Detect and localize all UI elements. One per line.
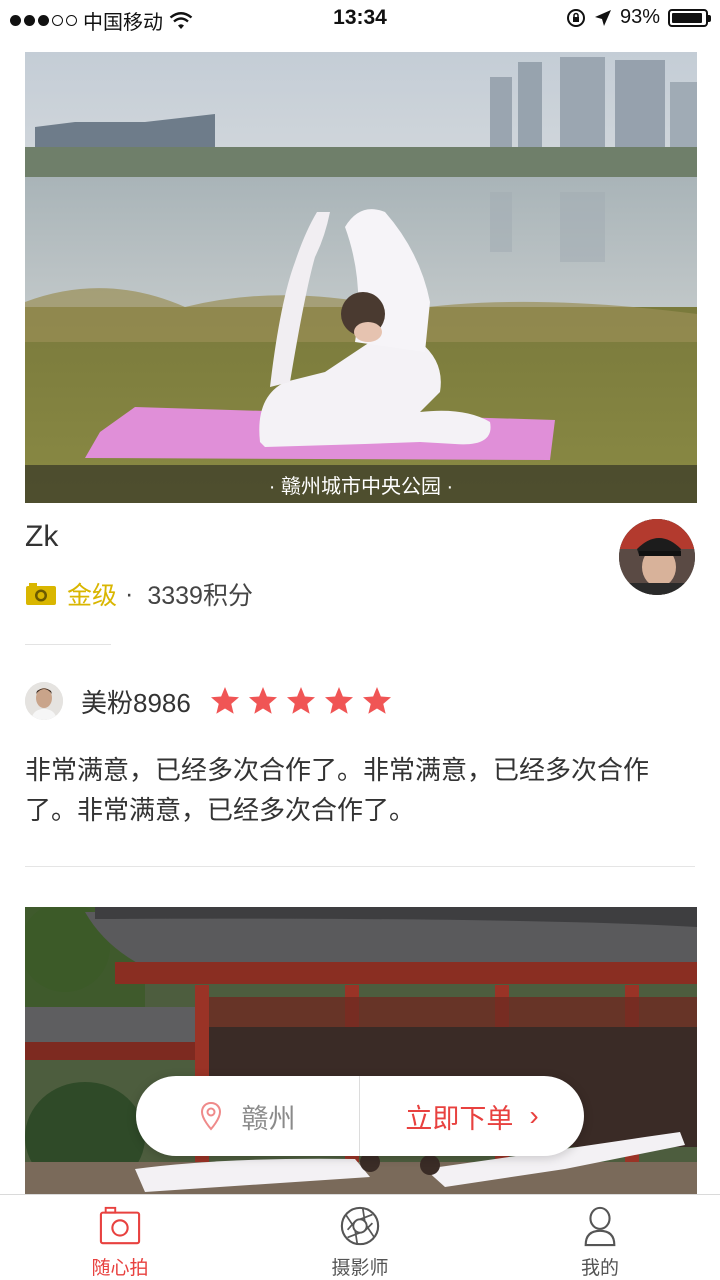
tab-photographers[interactable]: 摄影师 [240, 1195, 480, 1280]
tab-bar: 随心拍 摄影师 我的 [0, 1194, 720, 1280]
order-now-label: 立即下单 [405, 1103, 514, 1134]
status-bar: 中国移动 13:34 93% [0, 0, 720, 38]
review-header: 美粉8986 [25, 681, 393, 721]
camera-badge-icon [26, 583, 56, 605]
tab-label: 随心拍 [91, 1258, 149, 1279]
photographer-name[interactable]: Zk [25, 520, 58, 554]
post-photo[interactable]: · 赣州城市中央公园 · [25, 52, 697, 503]
rating-stars [209, 685, 393, 717]
level-label: 金级 [67, 582, 118, 610]
camera-frame-icon [99, 1206, 141, 1245]
tab-label: 摄影师 [331, 1258, 389, 1279]
action-pill: 赣州 立即下单 › [136, 1076, 584, 1156]
star-icon [324, 687, 353, 714]
tab-mine[interactable]: 我的 [480, 1195, 720, 1280]
star-icon [248, 687, 277, 714]
photographer-avatar[interactable] [619, 519, 695, 595]
star-icon [362, 687, 391, 714]
location-arrow-icon [594, 9, 611, 26]
short-divider [25, 644, 111, 645]
chevron-right-icon: › [529, 1100, 539, 1131]
review-text: 非常满意，已经多次合作了。非常满意，已经多次合作了。非常满意，已经多次合作了。 [25, 755, 650, 825]
city-selector[interactable]: 赣州 [136, 1076, 360, 1156]
avatar-image [619, 519, 695, 595]
reviewer-avatar-image [25, 682, 63, 720]
tab-label: 我的 [580, 1258, 619, 1279]
location-pin-icon [200, 1101, 221, 1131]
reviewer-avatar[interactable] [25, 682, 63, 720]
city-label: 赣州 [241, 1103, 296, 1134]
level-row: 金级 · 3339积分 [25, 576, 253, 612]
section-divider [25, 866, 695, 867]
order-now-button[interactable]: 立即下单 › [360, 1076, 584, 1156]
tab-suixinpai[interactable]: 随心拍 [0, 1195, 240, 1280]
aperture-icon [340, 1206, 380, 1246]
person-icon [584, 1206, 616, 1247]
separator: · [125, 579, 134, 608]
star-icon [286, 687, 315, 714]
reviewer-name: 美粉8986 [81, 687, 191, 718]
battery-percentage: 93% [619, 6, 660, 28]
battery-icon [668, 8, 711, 27]
yoga-lake-photo [25, 52, 697, 503]
star-icon [210, 687, 239, 714]
rotation-lock-icon [566, 8, 585, 27]
points-label: 3339积分 [147, 582, 253, 610]
location-caption: · 赣州城市中央公园 · [25, 465, 697, 503]
